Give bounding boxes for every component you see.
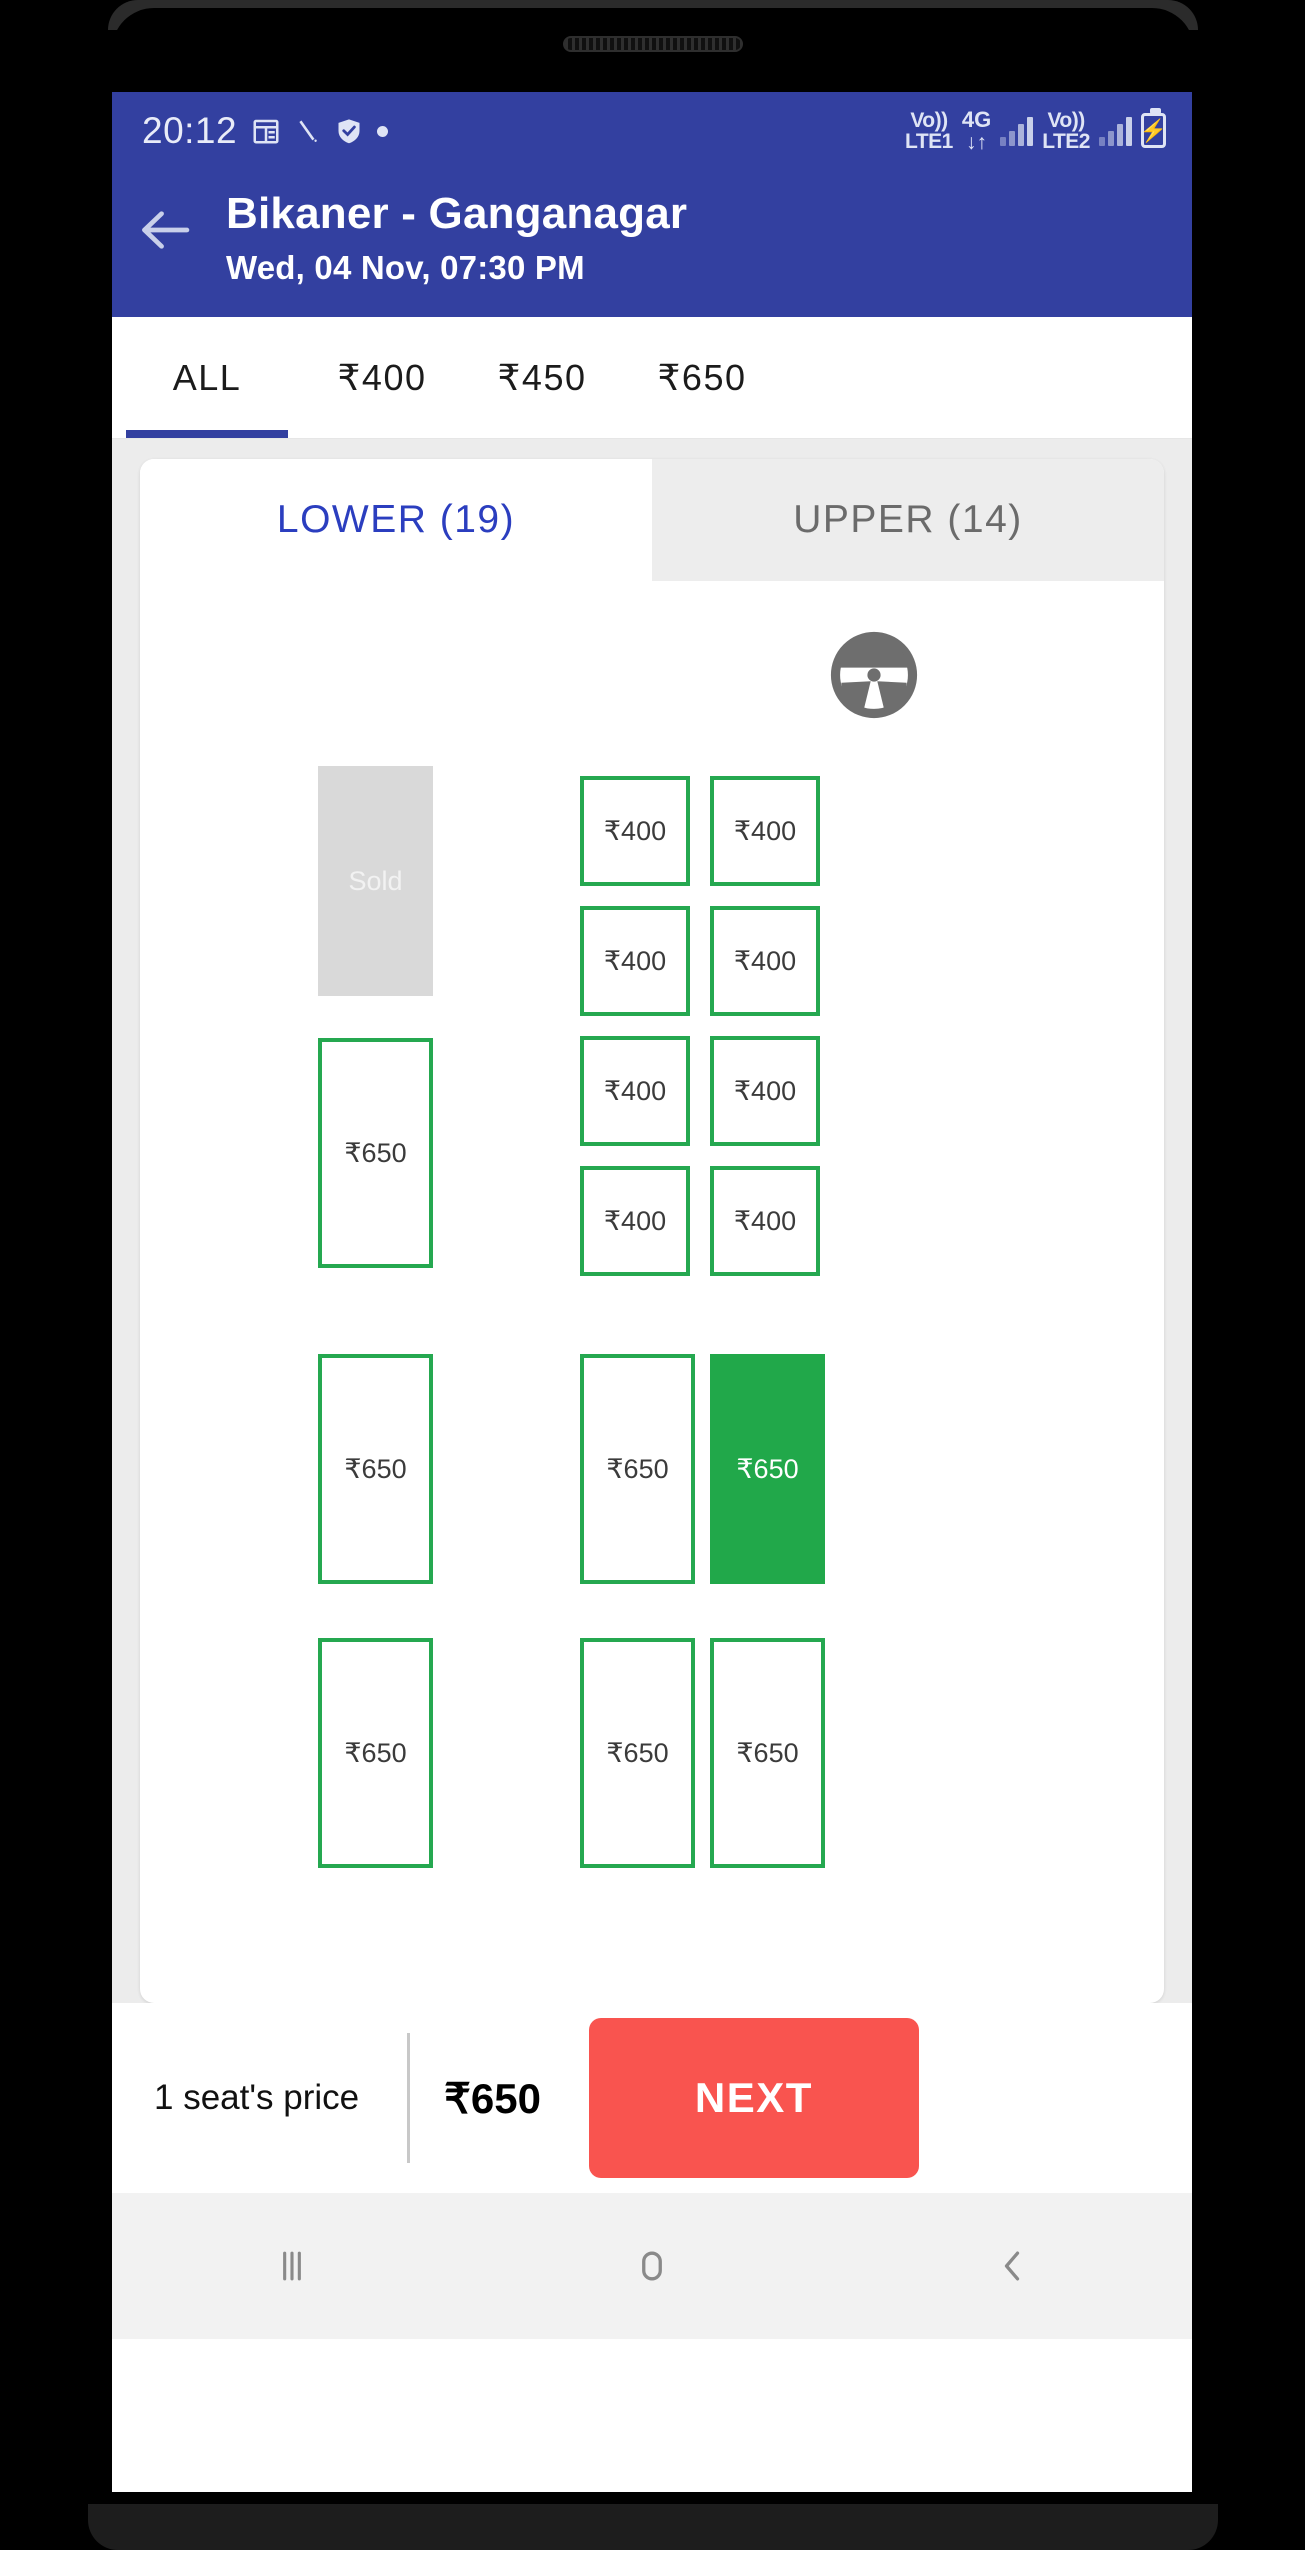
steering-wheel-icon [830,631,918,724]
seat-L-B1[interactable]: ₹400 [580,776,690,886]
nav-back-icon [1004,2251,1020,2281]
sim1-signal-bars-icon [1000,116,1034,146]
price-tab-400[interactable]: ₹400 [302,317,462,438]
next-button[interactable]: NEXT [588,2018,919,2178]
sim1-lte-label: LTE1 [905,129,953,153]
seat-L-B6[interactable]: ₹650 [580,1638,695,1868]
phone-screen: 20:12 Vo)) LTE1 4G ↓↑ Vo)) LTE2 ⚡ Bikane… [112,92,1192,2492]
price-tab-all[interactable]: ALL [112,317,302,438]
price-tab-650[interactable]: ₹650 [622,317,782,438]
tab-lower-deck[interactable]: LOWER (19) [140,459,652,581]
sim2-signal-bars-icon [1099,116,1132,146]
seat-L-A3[interactable]: ₹650 [318,1354,433,1584]
arrow-left-icon [142,211,190,249]
battery-charging-icon: ⚡ [1140,108,1167,149]
seat-L-C5[interactable]: ₹650 [710,1354,825,1584]
sim1-volte-label: Vo)) [910,108,948,132]
status-bar: 20:12 Vo)) LTE1 4G ↓↑ Vo)) LTE2 ⚡ [112,92,1192,170]
price-filter-tabs: ALL ₹400 ₹450 ₹650 [112,317,1192,439]
total-price-value: ₹650 [444,2074,541,2122]
sim2-volte-icon: Vo)) LTE2 [1042,110,1090,152]
network-type-label: 4G [961,107,992,133]
dot-icon [377,125,389,137]
seat-L-B2[interactable]: ₹400 [580,906,690,1016]
status-bar-clock: 20:12 [142,110,238,151]
data-arrows-icon: ↓↑ [966,130,988,154]
network-type-icon: 4G ↓↑ [962,108,991,153]
seat-L-A1: Sold [318,766,433,996]
phone-bezel-bottom [88,2504,1218,2550]
price-tab-450[interactable]: ₹450 [462,317,622,438]
divider [407,2033,411,2163]
deck-tabs: LOWER (19) UPPER (14) [140,459,1164,581]
back-button[interactable] [112,186,222,252]
journey-datetime: Wed, 04 Nov, 07:30 PM [226,249,585,286]
app-bar-titles: Bikaner - Ganganagar Wed, 04 Nov, 07:30 … [222,186,687,287]
shield-check-icon [335,115,363,147]
home-button[interactable] [552,2193,752,2339]
sim2-volte-label: Vo)) [1047,108,1085,132]
page-title: Bikaner - Ganganagar [226,189,688,238]
tab-upper-deck[interactable]: UPPER (14) [652,459,1164,581]
seat-L-C2[interactable]: ₹400 [710,906,820,1016]
home-icon [642,2251,662,2281]
seat-L-B4[interactable]: ₹400 [580,1166,690,1276]
seat-L-A2[interactable]: ₹650 [318,1038,433,1268]
status-bar-left: 20:12 [142,110,389,152]
pen-icon [295,116,321,146]
seat-L-C3[interactable]: ₹400 [710,1036,820,1146]
seat-selection-area: LOWER (19) UPPER (14) Sold ₹400 ₹400 ₹400 [112,439,1192,2003]
seat-L-B3[interactable]: ₹400 [580,1036,690,1146]
seat-L-C6[interactable]: ₹650 [710,1638,825,1868]
price-summary-bar: 1 seat's price ₹650 NEXT [112,2003,1192,2193]
earpiece-speaker [563,36,743,52]
seat-L-C1[interactable]: ₹400 [710,776,820,886]
app-bar: Bikaner - Ganganagar Wed, 04 Nov, 07:30 … [112,170,1192,317]
sim1-volte-icon: Vo)) LTE1 [905,110,953,152]
android-navigation-bar [112,2193,1192,2339]
seat-map: Sold ₹400 ₹400 ₹400 ₹400 ₹650 ₹400 ₹400 ₹400 ₹400… [140,581,1164,2003]
seat-count-price-label: 1 seat's price [154,2078,360,2117]
calendar-icon [251,116,281,146]
seat-L-C4[interactable]: ₹400 [710,1166,820,1276]
recents-icon [283,2251,301,2281]
seat-L-A4[interactable]: ₹650 [318,1638,433,1868]
seat-layout-card: LOWER (19) UPPER (14) Sold ₹400 ₹400 ₹400 [140,459,1164,2003]
sim2-lte-label: LTE2 [1042,129,1090,153]
phone-frame: 20:12 Vo)) LTE1 4G ↓↑ Vo)) LTE2 ⚡ Bikane… [0,0,1305,2550]
back-nav-button[interactable] [912,2193,1112,2339]
recents-button[interactable] [192,2193,392,2339]
status-bar-right: Vo)) LTE1 4G ↓↑ Vo)) LTE2 ⚡ [905,108,1167,153]
seat-L-B5[interactable]: ₹650 [580,1354,695,1584]
